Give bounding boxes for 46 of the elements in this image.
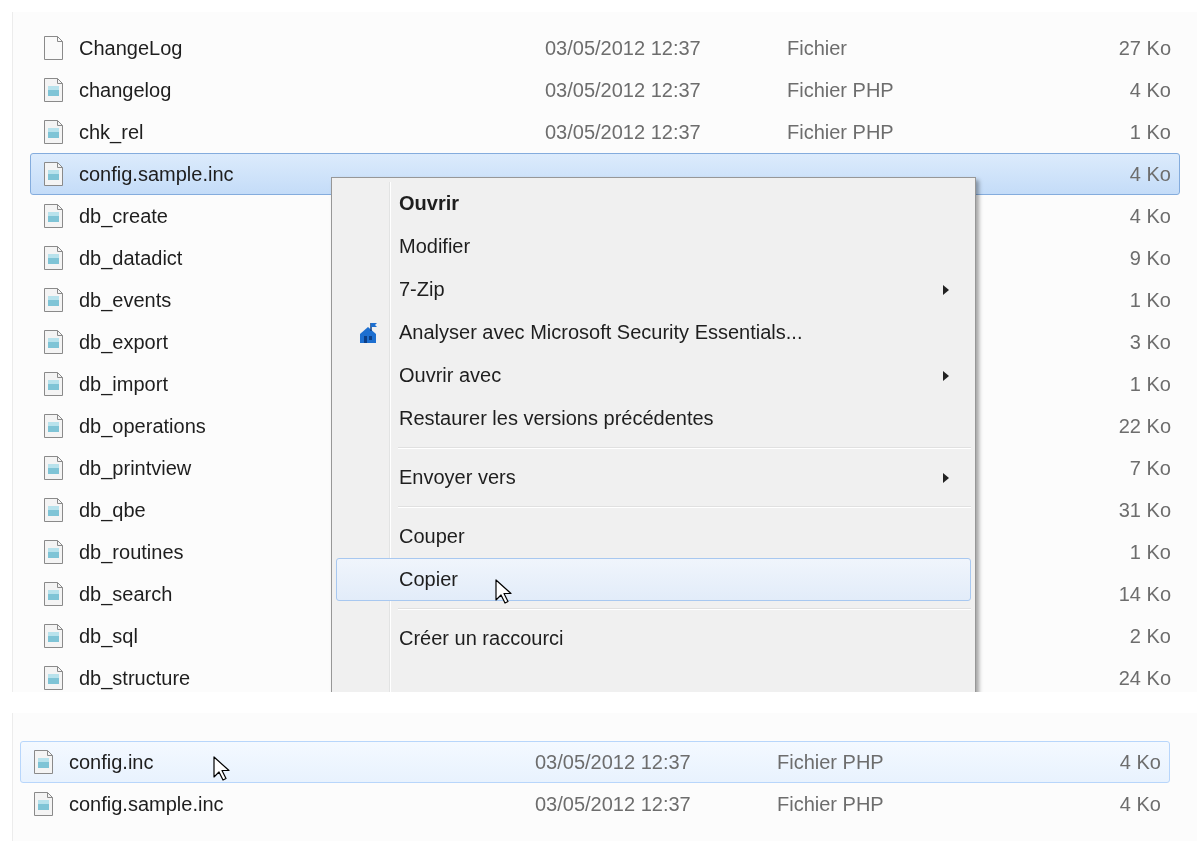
- file-name: db_structure: [79, 666, 191, 689]
- file-size: 4 Ko: [1128, 204, 1171, 228]
- file-date: 03/05/2012 12:37: [535, 750, 692, 774]
- file-date: 03/05/2012 12:37: [545, 36, 702, 60]
- file-size: 1 Ko: [1128, 288, 1171, 312]
- file-size: 2 Ko: [1128, 624, 1171, 648]
- file-name: db_search: [79, 582, 173, 605]
- file-name: ChangeLog: [79, 36, 183, 59]
- file-size: 22 Ko: [1117, 414, 1171, 438]
- file-name: db_sql: [79, 624, 138, 647]
- file-size: 9 Ko: [1128, 246, 1171, 270]
- file-size: 7 Ko: [1128, 456, 1171, 480]
- file-name: db_printview: [79, 456, 192, 479]
- file-name: db_export: [79, 330, 168, 353]
- file-name: changelog: [79, 78, 172, 101]
- file-name: db_routines: [79, 540, 184, 563]
- file-size: 14 Ko: [1117, 582, 1171, 606]
- file-name: chk_rel: [79, 120, 144, 143]
- file-name: db_create: [79, 204, 168, 227]
- file-size: 1 Ko: [1128, 120, 1171, 144]
- file-name: config.sample.inc: [79, 162, 234, 185]
- file-size: 31 Ko: [1117, 498, 1171, 522]
- file-size: 27 Ko: [1117, 36, 1171, 60]
- file-size: 4 Ko: [1128, 78, 1171, 102]
- file-type: Fichier PHP: [777, 792, 885, 816]
- file-name: db_datadict: [79, 246, 183, 269]
- file-size: 4 Ko: [1128, 162, 1171, 186]
- file-name: config.sample.inc: [69, 792, 224, 815]
- file-date: 03/05/2012 12:37: [535, 792, 692, 816]
- file-type: Fichier: [787, 36, 848, 60]
- file-name: db_qbe: [79, 498, 146, 521]
- file-type: Fichier PHP: [787, 78, 895, 102]
- file-name: db_operations: [79, 414, 206, 437]
- file-name: db_import: [79, 372, 168, 395]
- file-date: 03/05/2012 12:37: [545, 120, 702, 144]
- file-size: 3 Ko: [1128, 330, 1171, 354]
- file-size: 1 Ko: [1128, 372, 1171, 396]
- file-size: 24 Ko: [1117, 666, 1171, 690]
- file-type: Fichier PHP: [787, 120, 895, 144]
- file-size: 4 Ko: [1118, 792, 1161, 816]
- file-size: 1 Ko: [1128, 540, 1171, 564]
- file-date: 03/05/2012 12:37: [545, 78, 702, 102]
- file-name: db_events: [79, 288, 172, 311]
- file-size: 4 Ko: [1118, 750, 1161, 774]
- file-name: config.inc: [69, 750, 154, 773]
- file-type: Fichier PHP: [777, 750, 885, 774]
